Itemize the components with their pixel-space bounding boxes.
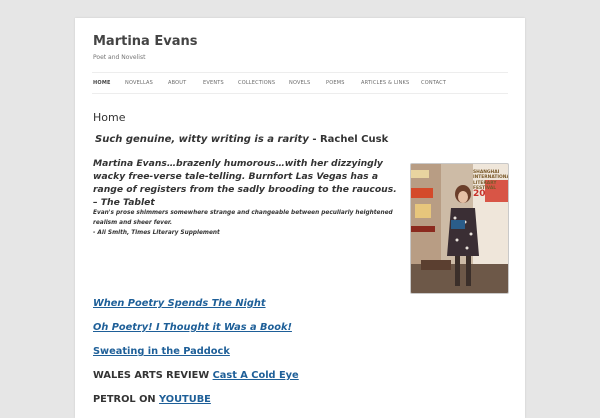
page-title: Home (93, 111, 126, 124)
link-sweating-in-the-paddock[interactable]: Sweating in the Paddock (93, 346, 230, 357)
link-cast-a-cold-eye[interactable]: Cast A Cold Eye (213, 370, 299, 381)
nav-item-events[interactable]: EVENTS (203, 73, 224, 93)
quote-text: Evan's prose shimmers somewhere strange … (93, 210, 393, 226)
nav-item-collections[interactable]: COLLECTIONS (238, 73, 275, 93)
nav-item-novellas[interactable]: NOVELLAS (125, 73, 153, 93)
link-line: When Poetry Spends The Night (93, 298, 266, 309)
page-container: Martina Evans Poet and Novelist HOME NOV… (75, 18, 525, 418)
nav-item-poems[interactable]: POEMS (326, 73, 345, 93)
author-photo[interactable]: SHANGHAI INTERNATIONAL LITERARY FESTIVAL… (410, 163, 509, 294)
site-description: Poet and Novelist (93, 54, 146, 61)
link-line: WALES ARTS REVIEW Cast A Cold Eye (93, 370, 299, 381)
link-line: Oh Poetry! I Thought it Was a Book! (93, 322, 292, 333)
link-line: Sweating in the Paddock (93, 346, 230, 357)
nav-item-novels[interactable]: NOVELS (289, 73, 310, 93)
nav-item-contact[interactable]: CONTACT (421, 73, 446, 93)
quote-ali-smith: Evan's prose shimmers somewhere strange … (93, 208, 398, 238)
quote-the-tablet: Martina Evans…brazenly humorous…with her… (93, 158, 397, 208)
main-navigation: HOME NOVELLAS ABOUT EVENTS COLLECTIONS N… (92, 72, 508, 94)
link-oh-poetry[interactable]: Oh Poetry! I Thought it Was a Book! (93, 322, 292, 333)
quote-attribution: - Rachel Cusk (308, 134, 389, 145)
nav-item-articles-links[interactable]: ARTICLES & LINKS (361, 73, 409, 93)
quote-text: Such genuine, witty writing is a rarity (95, 134, 309, 145)
link-prefix: WALES ARTS REVIEW (93, 370, 213, 381)
site-title[interactable]: Martina Evans (93, 34, 197, 49)
photo-banner-text: SHANGHAI INTERNATIONAL LITERARY FESTIVAL… (473, 170, 509, 199)
nav-item-home[interactable]: HOME (93, 73, 111, 93)
link-when-poetry-spends-the-night[interactable]: When Poetry Spends The Night (93, 298, 266, 309)
quote-attribution: - Ali Smith, Times Literary Supplement (93, 230, 220, 236)
quote-rachel-cusk: Such genuine, witty writing is a rarity … (95, 134, 388, 145)
nav-item-about[interactable]: ABOUT (168, 73, 186, 93)
